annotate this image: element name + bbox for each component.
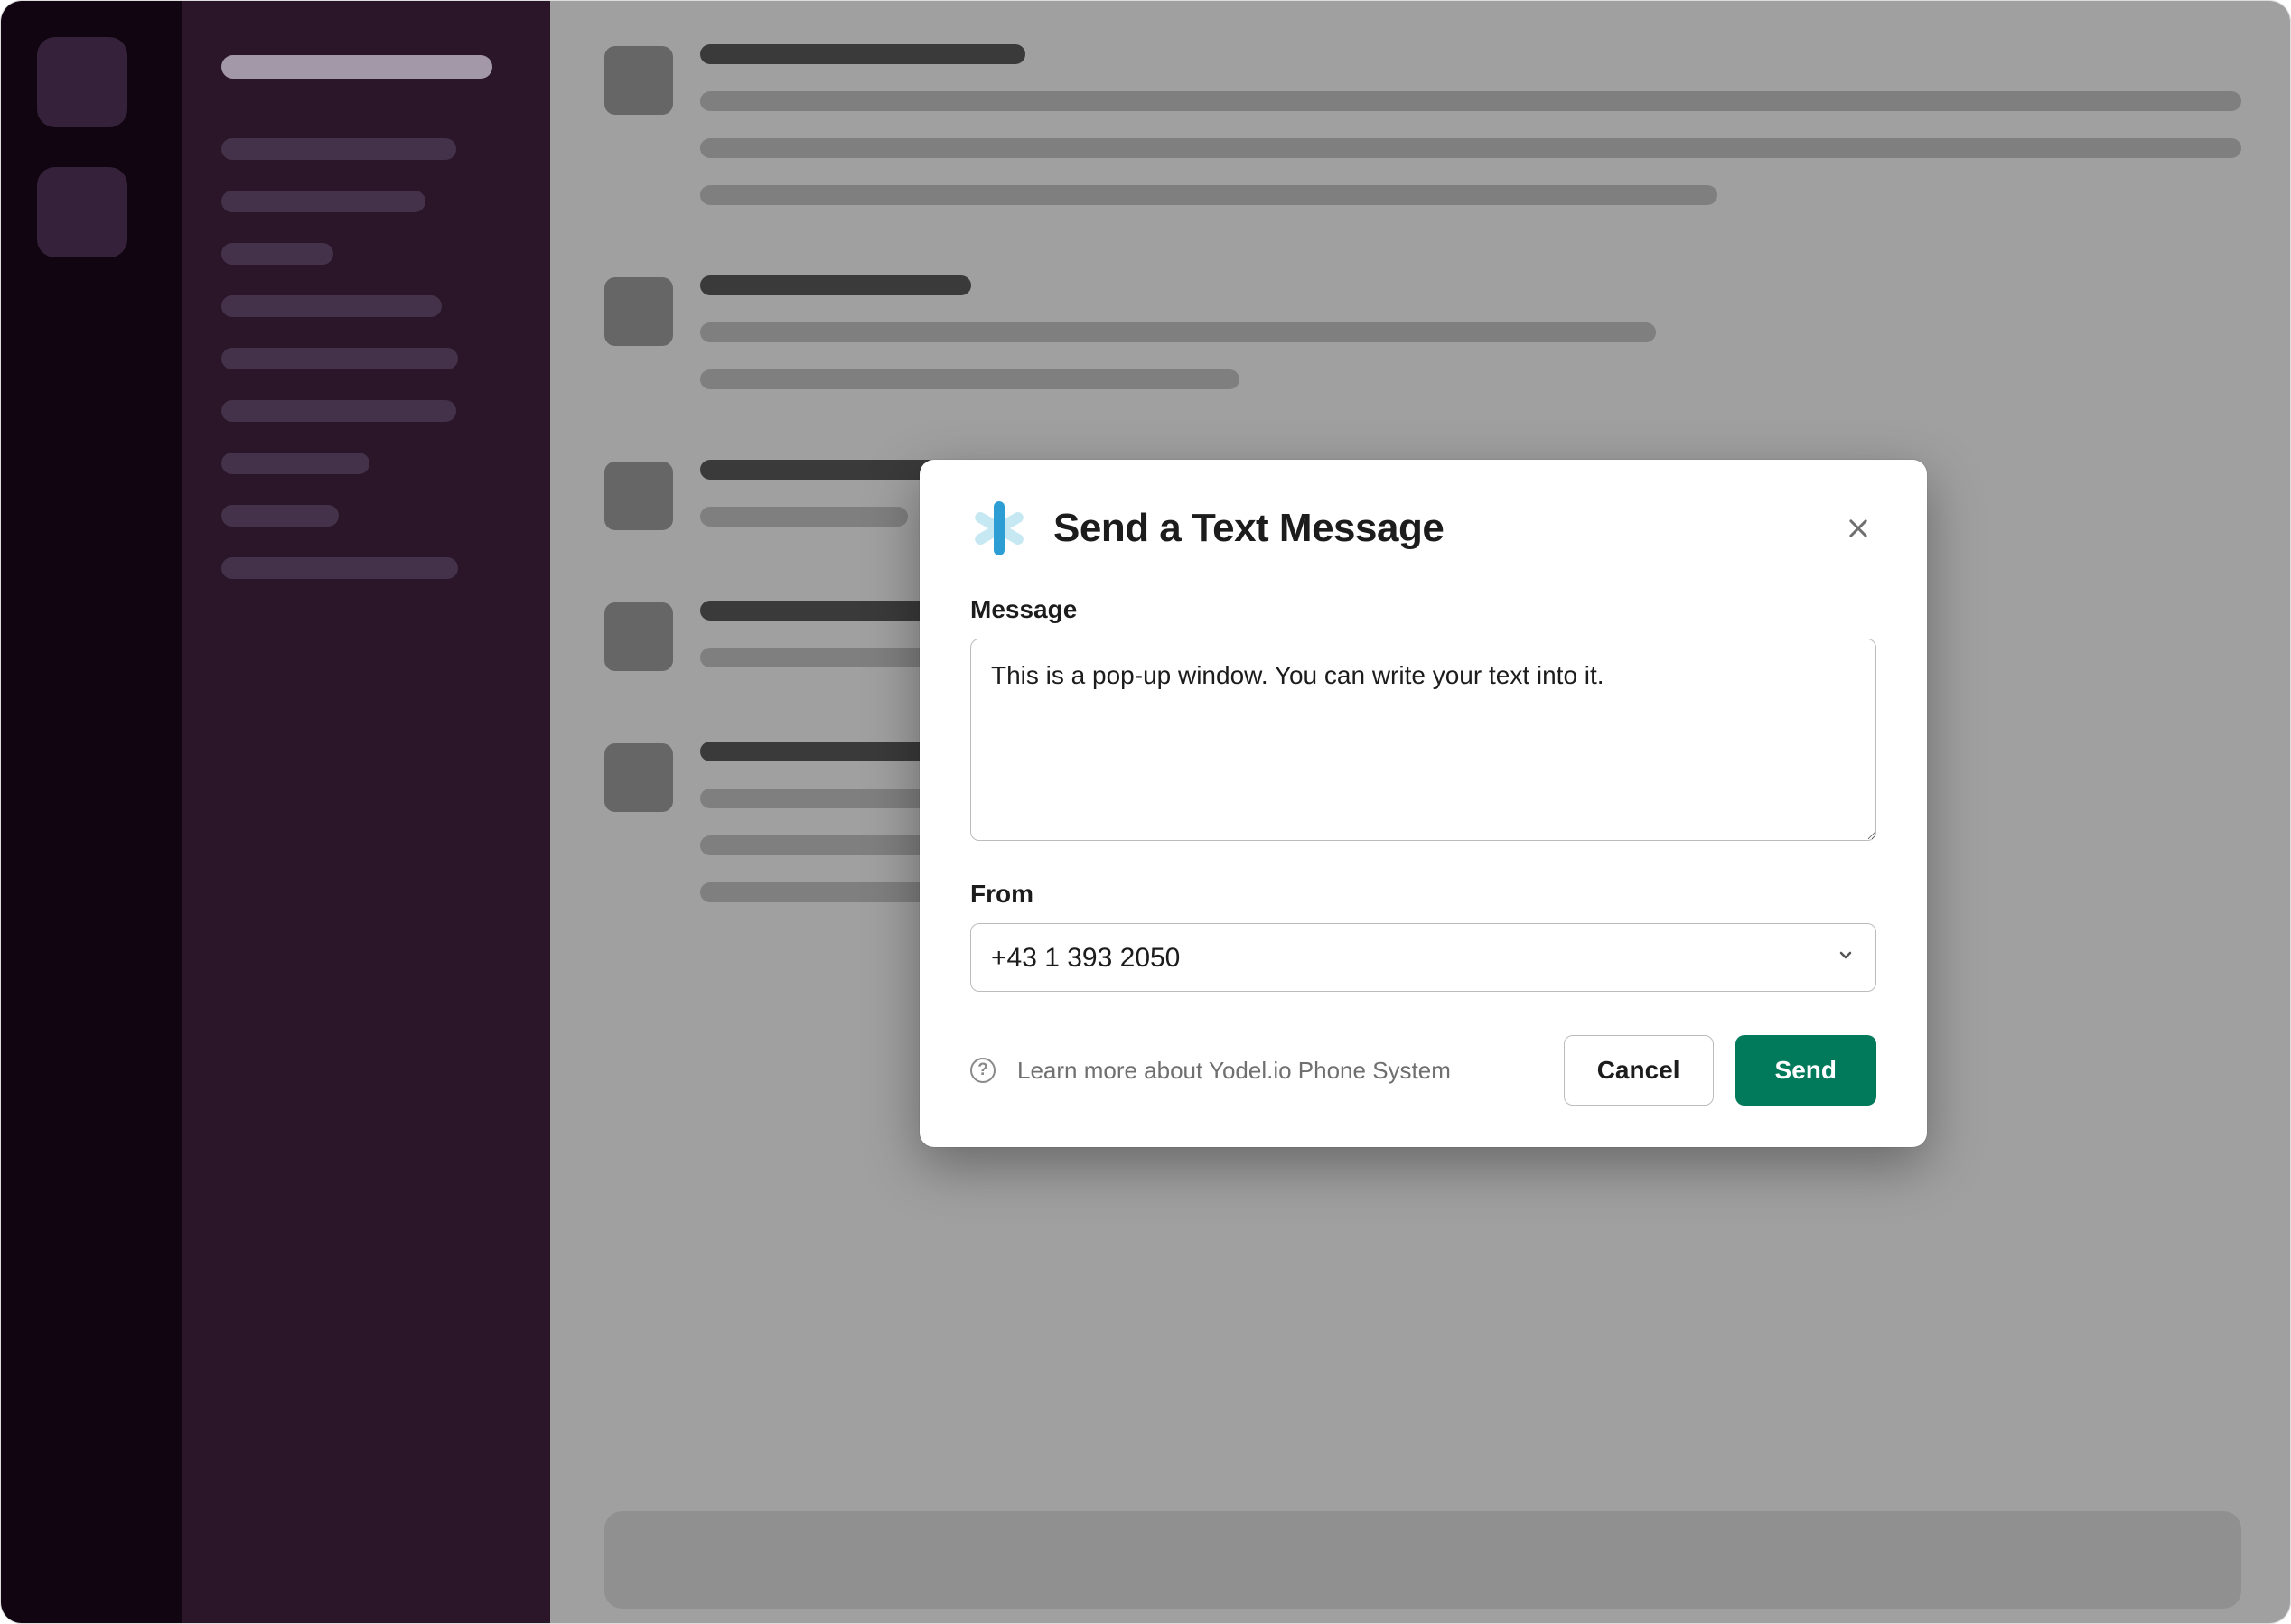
message-line — [700, 369, 1239, 389]
help-icon: ? — [970, 1058, 996, 1083]
sidebar-item[interactable] — [221, 243, 333, 265]
sidebar-item[interactable] — [221, 400, 456, 422]
avatar — [604, 462, 673, 530]
workspace-item[interactable] — [37, 37, 127, 127]
message-body — [700, 275, 2241, 389]
sidebar-item[interactable] — [221, 505, 339, 527]
sidebar-item[interactable] — [221, 295, 442, 317]
modal-title: Send a Text Message — [1053, 506, 1815, 551]
avatar — [604, 602, 673, 671]
sidebar-group — [221, 138, 510, 579]
message-line — [700, 185, 1717, 205]
message-label: Message — [970, 595, 1876, 624]
message-author — [700, 44, 1025, 64]
send-text-modal: Send a Text Message Message From +43 1 3… — [920, 460, 1927, 1147]
yodel-logo-icon — [970, 499, 1028, 557]
message-line — [700, 507, 908, 527]
sidebar-item[interactable] — [221, 453, 369, 474]
avatar — [604, 277, 673, 346]
modal-header: Send a Text Message — [970, 499, 1876, 557]
avatar — [604, 46, 673, 115]
cancel-button[interactable]: Cancel — [1564, 1035, 1714, 1106]
learn-more-link[interactable]: Learn more about Yodel.io Phone System — [1017, 1057, 1451, 1085]
message-row — [604, 275, 2241, 389]
message-line — [700, 322, 1656, 342]
app-window: Send a Text Message Message From +43 1 3… — [0, 0, 2291, 1624]
sidebar-item[interactable] — [221, 557, 458, 579]
message-author — [700, 275, 971, 295]
message-line — [700, 91, 2241, 111]
from-select[interactable]: +43 1 393 2050 — [970, 923, 1876, 992]
sidebar-item[interactable] — [221, 348, 458, 369]
sidebar-header[interactable] — [221, 55, 492, 79]
avatar — [604, 743, 673, 812]
message-body — [700, 44, 2241, 205]
sidebar-item[interactable] — [221, 191, 425, 212]
close-icon — [1846, 516, 1871, 541]
workspace-rail — [1, 1, 182, 1623]
modal-footer: ? Learn more about Yodel.io Phone System… — [970, 1035, 1876, 1106]
message-row — [604, 44, 2241, 205]
send-button[interactable]: Send — [1735, 1035, 1876, 1106]
close-button[interactable] — [1840, 510, 1876, 546]
from-label: From — [970, 880, 1876, 909]
message-line — [700, 138, 2241, 158]
workspace-item[interactable] — [37, 167, 127, 257]
sidebar — [182, 1, 550, 1623]
message-textarea[interactable] — [970, 639, 1876, 841]
message-composer[interactable] — [604, 1511, 2241, 1609]
sidebar-item[interactable] — [221, 138, 456, 160]
